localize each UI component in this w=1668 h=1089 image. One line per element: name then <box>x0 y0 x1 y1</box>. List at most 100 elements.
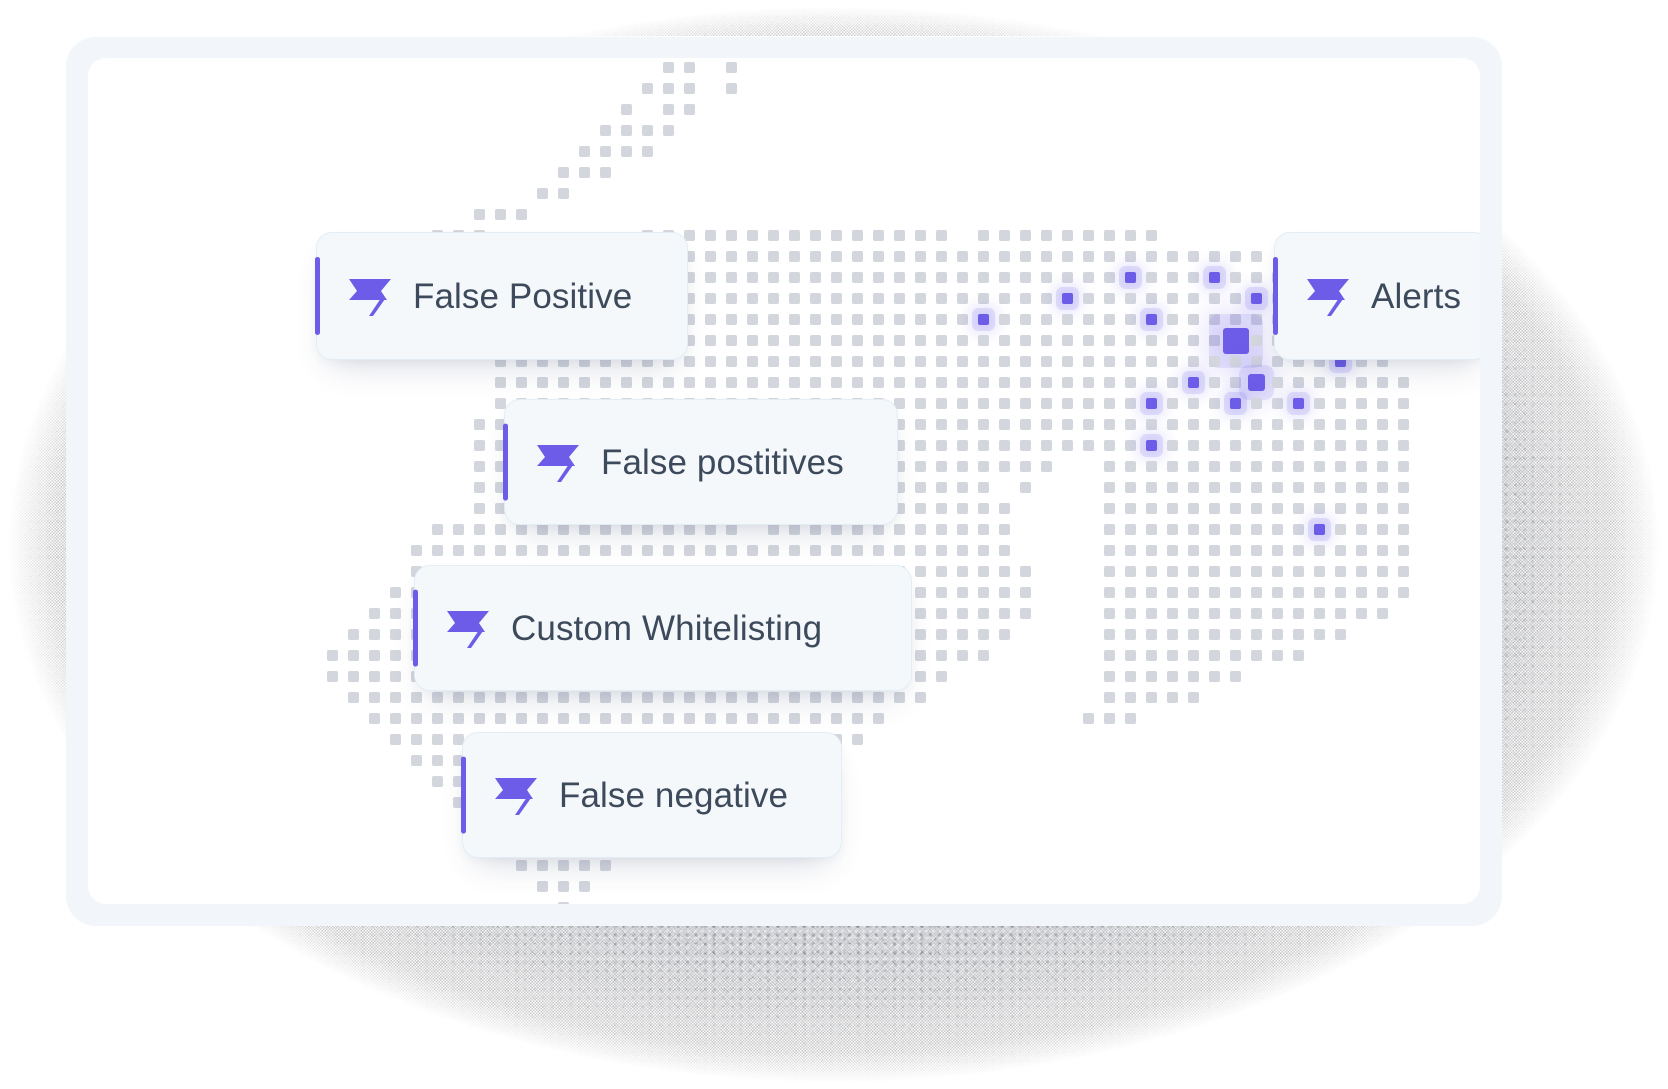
map-dot <box>1356 377 1367 388</box>
map-dot <box>1020 293 1031 304</box>
map-dot <box>705 524 716 535</box>
map-dot <box>1125 503 1136 514</box>
map-dot <box>642 692 653 703</box>
map-dot <box>915 650 926 661</box>
flag-icon <box>345 275 397 317</box>
map-dot <box>1104 587 1115 598</box>
map-dot <box>1188 545 1199 556</box>
map-dot <box>705 377 716 388</box>
map-dot <box>411 692 422 703</box>
map-dot <box>1104 503 1115 514</box>
map-dot <box>768 713 779 724</box>
map-dot <box>915 461 926 472</box>
map-dot <box>411 755 422 766</box>
card-custom-whitelisting[interactable]: Custom Whitelisting <box>413 565 912 691</box>
map-dot <box>390 650 401 661</box>
map-dot <box>369 713 380 724</box>
map-dot <box>1356 398 1367 409</box>
map-dot <box>1188 692 1199 703</box>
map-dot <box>831 251 842 262</box>
map-dot <box>726 713 737 724</box>
map-dot <box>1356 440 1367 451</box>
map-dot <box>1398 587 1409 598</box>
map-dot <box>1146 482 1157 493</box>
map-dot <box>1293 629 1304 640</box>
map-dot <box>810 713 821 724</box>
map-dot <box>1146 587 1157 598</box>
map-dot <box>1020 377 1031 388</box>
map-dot <box>558 902 569 904</box>
map-dot <box>1125 629 1136 640</box>
map-dot <box>495 524 506 535</box>
map-dot <box>558 167 569 178</box>
map-dot <box>411 734 422 745</box>
map-dot <box>1104 713 1115 724</box>
map-dot <box>852 524 863 535</box>
map-dot <box>1209 314 1220 325</box>
map-dot <box>915 398 926 409</box>
map-dot <box>621 713 632 724</box>
map-dot <box>789 692 800 703</box>
map-dot <box>1209 566 1220 577</box>
card-alerts[interactable]: Alerts <box>1273 232 1480 360</box>
map-dot <box>1230 524 1241 535</box>
map-dot <box>537 881 548 892</box>
map-dot <box>978 566 989 577</box>
card-false-negative[interactable]: False negative <box>461 732 842 858</box>
map-dot <box>789 251 800 262</box>
map-dot <box>1398 440 1409 451</box>
map-dot <box>1146 356 1157 367</box>
map-dot <box>1209 461 1220 472</box>
map-dot <box>1251 251 1262 262</box>
map-dot <box>1272 461 1283 472</box>
map-dot <box>978 650 989 661</box>
map-dot <box>1083 293 1094 304</box>
map-dot <box>957 503 968 514</box>
map-dot <box>810 272 821 283</box>
map-dot <box>663 713 674 724</box>
map-dot <box>1146 650 1157 661</box>
map-dot <box>1146 566 1157 577</box>
map-dot <box>810 230 821 241</box>
map-dot <box>1125 587 1136 598</box>
map-dot <box>936 629 947 640</box>
map-dot <box>705 545 716 556</box>
map-dot <box>1146 608 1157 619</box>
card-false-postitives[interactable]: False postitives <box>503 399 898 525</box>
map-dot <box>642 125 653 136</box>
map-dot <box>1335 482 1346 493</box>
map-dot <box>1062 251 1073 262</box>
map-dot <box>957 566 968 577</box>
map-dot <box>747 692 758 703</box>
card-false-positive[interactable]: False Positive <box>315 232 688 360</box>
map-dot <box>453 545 464 556</box>
map-dot <box>600 125 611 136</box>
map-dot <box>390 713 401 724</box>
map-dot <box>747 293 758 304</box>
map-dot <box>600 524 611 535</box>
map-dot <box>978 293 989 304</box>
map-dot <box>579 692 590 703</box>
map-dot <box>957 461 968 472</box>
card-label: False negative <box>559 775 789 815</box>
map-dot <box>474 482 485 493</box>
map-dot <box>1398 545 1409 556</box>
map-dot <box>936 335 947 346</box>
map-dot <box>621 125 632 136</box>
map-dot <box>1209 251 1220 262</box>
map-hotspot-dot <box>1222 327 1249 354</box>
map-dot <box>1335 398 1346 409</box>
map-hotspot-dot <box>1146 398 1157 409</box>
map-dot <box>852 335 863 346</box>
map-dot <box>1314 482 1325 493</box>
map-dot <box>1104 356 1115 367</box>
map-dot <box>1209 503 1220 514</box>
map-dot <box>1083 440 1094 451</box>
map-dot <box>768 377 779 388</box>
map-hotspot-dot <box>1146 440 1157 451</box>
map-dot <box>1041 230 1052 241</box>
map-dot <box>663 83 674 94</box>
map-dot <box>1167 524 1178 535</box>
map-dot <box>1104 629 1115 640</box>
map-dot <box>1251 566 1262 577</box>
